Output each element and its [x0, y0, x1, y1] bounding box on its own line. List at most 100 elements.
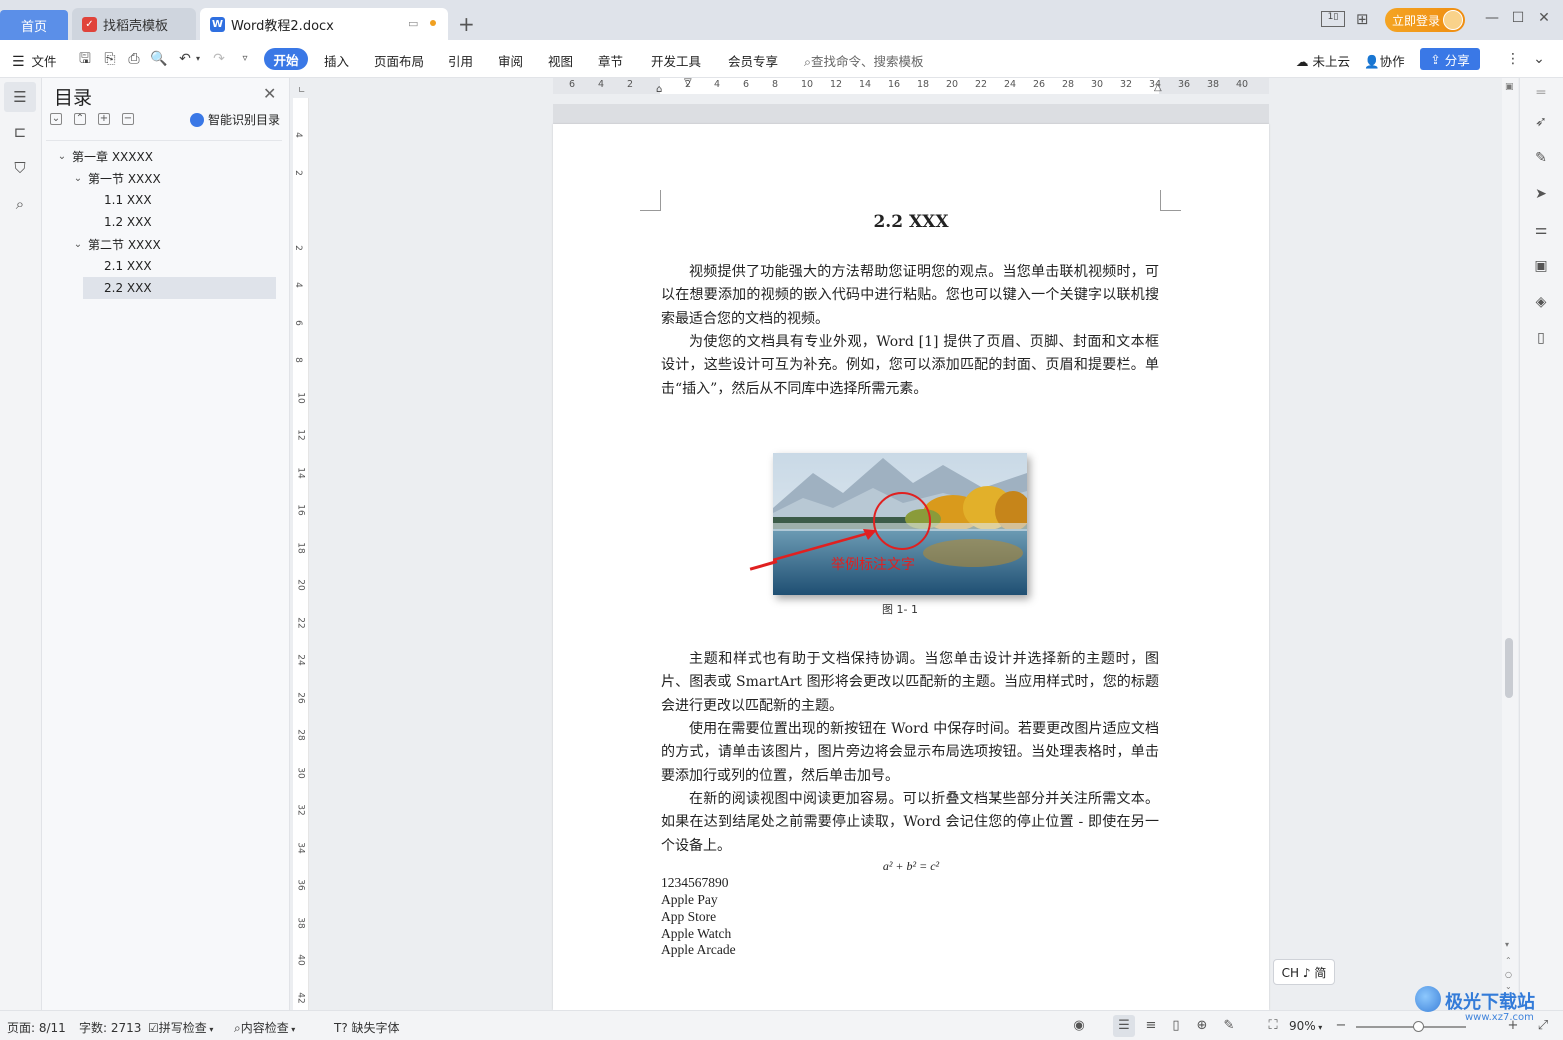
- toc-item-selected[interactable]: 2.2 XXX: [83, 277, 276, 299]
- paragraph[interactable]: 视频提供了功能强大的方法帮助您证明您的观点。当您单击联机视频时，可以在想要添加的…: [661, 261, 1159, 331]
- chevron-down-icon[interactable]: ⌄: [56, 151, 68, 162]
- list-item[interactable]: 1234567890: [661, 875, 729, 892]
- list-item[interactable]: App Store: [661, 909, 716, 926]
- undo-dropdown-icon[interactable]: ▾: [193, 50, 203, 68]
- tab-page-layout[interactable]: 页面布局: [374, 51, 424, 70]
- apps-grid-icon[interactable]: ⊞: [1356, 10, 1369, 28]
- print-icon[interactable]: ⎙: [125, 50, 143, 68]
- zoom-level[interactable]: 90% ▾: [1289, 1019, 1322, 1033]
- reading-icon[interactable]: ▯: [1532, 329, 1550, 347]
- tab-member[interactable]: 会员专享: [728, 51, 778, 70]
- zoom-out-icon[interactable]: −: [1333, 1018, 1349, 1034]
- tab-home[interactable]: 首页: [0, 10, 68, 40]
- figure-caption[interactable]: 图 1- 1: [773, 601, 1027, 617]
- tab-start[interactable]: 开始: [264, 48, 308, 70]
- chevron-down-icon[interactable]: ⌄: [72, 239, 84, 250]
- missing-fonts-button[interactable]: T? 缺失字体: [334, 1019, 400, 1036]
- web-view-icon[interactable]: ⊕: [1194, 1018, 1210, 1034]
- cloud-status-button[interactable]: ☁ 未上云: [1296, 51, 1350, 70]
- page-up-icon[interactable]: ⌃: [1505, 956, 1512, 965]
- quick-access-dropdown-icon[interactable]: ▿: [236, 50, 254, 68]
- list-item[interactable]: Apple Pay: [661, 892, 718, 909]
- toc-item[interactable]: ⌄ 第一节 XXXX: [46, 167, 282, 189]
- maximize-icon[interactable]: ☐: [1508, 10, 1528, 26]
- toc-item[interactable]: 1.2 XXX: [46, 211, 282, 233]
- sliders-icon[interactable]: ⚌: [1532, 221, 1550, 239]
- smart-toc-button[interactable]: 智能识别目录: [190, 111, 280, 128]
- export-pdf-icon[interactable]: ⎘: [101, 50, 119, 68]
- login-button[interactable]: 立即登录: [1385, 8, 1465, 32]
- redo-icon[interactable]: ↷: [210, 50, 228, 68]
- content-check-button[interactable]: ⌕内容检查 ▾: [234, 1019, 295, 1036]
- monitor-icon[interactable]: ▭: [408, 17, 418, 30]
- share-button[interactable]: ⇪ 分享: [1420, 48, 1480, 70]
- collapse-all-icon[interactable]: ⌃: [74, 113, 86, 125]
- page-counter[interactable]: 页面: 8/11: [7, 1019, 66, 1036]
- toc-item[interactable]: ⌄ 第一章 XXXXX: [46, 145, 282, 167]
- toc-panel-icon[interactable]: ☰: [10, 87, 30, 107]
- rocket-icon[interactable]: ➶: [1532, 113, 1550, 131]
- fit-page-icon[interactable]: ⛶: [1265, 1018, 1281, 1034]
- collapse-ribbon-icon[interactable]: ⌄: [1530, 50, 1548, 68]
- document-page[interactable]: 2.2 XXX 视频提供了功能强大的方法帮助您证明您的观点。当您单击联机视频时，…: [553, 124, 1269, 1010]
- close-window-icon[interactable]: ✕: [1534, 10, 1554, 26]
- paragraph[interactable]: 使用在需要位置出现的新按钮在 Word 中保存时间。若要更改图片适应文档的方式，…: [661, 718, 1159, 788]
- vertical-ruler[interactable]: 4 2 2 4 6 8 10 12 14 16 18 20 22 24 26 28 30 32 34 36 38 40 42: [293, 98, 309, 1010]
- tab-view[interactable]: 视图: [548, 51, 573, 70]
- tab-review[interactable]: 审阅: [498, 51, 523, 70]
- scroll-top-icon[interactable]: ▣: [1505, 82, 1514, 92]
- close-icon[interactable]: ✕: [263, 84, 276, 103]
- eye-protection-icon[interactable]: ◉: [1071, 1018, 1087, 1034]
- toc-item[interactable]: ⌄ 第二节 XXXX: [46, 233, 282, 255]
- first-line-indent-marker-icon[interactable]: ▽: [684, 77, 692, 88]
- minimize-icon[interactable]: —: [1482, 10, 1502, 26]
- horizontal-ruler[interactable]: 6 4 2 2 4 6 8 10 12 14 16 18 20 22 24 26 28 30 32 34 36 38 40 …: [553, 77, 1269, 95]
- paragraph[interactable]: 主题和样式也有助于文档保持协调。当您单击设计并选择新的主题时，图片、图表或 Sm…: [661, 648, 1159, 718]
- print-preview-icon[interactable]: 🔍: [150, 50, 168, 68]
- tab-insert[interactable]: 插入: [324, 51, 349, 70]
- command-search[interactable]: ⌕查找命令、搜索模板: [804, 51, 924, 70]
- math-formula[interactable]: a² + b² = c²: [553, 859, 1269, 874]
- scroll-down-icon[interactable]: ▾: [1505, 940, 1509, 949]
- collaborate-button[interactable]: 👤协作: [1364, 51, 1405, 70]
- cursor-select-icon[interactable]: ➤: [1532, 185, 1550, 203]
- list-item[interactable]: Apple Arcade: [661, 942, 736, 959]
- left-indent-marker-icon[interactable]: ⌂: [656, 84, 662, 95]
- page-view-icon[interactable]: ☰: [1116, 1018, 1132, 1034]
- page-select-icon[interactable]: ○: [1505, 970, 1512, 979]
- tab-dev-tools[interactable]: 开发工具: [651, 51, 701, 70]
- outline-view-icon[interactable]: ≡: [1143, 1018, 1159, 1034]
- zoom-slider[interactable]: [1356, 1026, 1466, 1028]
- write-view-icon[interactable]: ✎: [1221, 1018, 1237, 1034]
- find-icon[interactable]: ⌕: [10, 194, 30, 214]
- new-tab-plus-icon[interactable]: +: [458, 12, 475, 36]
- more-options-icon[interactable]: ⋮: [1504, 50, 1522, 68]
- ruler-corner-icon[interactable]: ∟: [298, 86, 306, 96]
- document-heading[interactable]: 2.2 XXX: [553, 212, 1269, 232]
- figure-image[interactable]: 举例标注文字: [773, 453, 1027, 595]
- toc-item[interactable]: 1.1 XXX: [46, 189, 282, 211]
- paragraph[interactable]: 为使您的文档具有专业外观，Word [1] 提供了页眉、页脚、封面和文本框设计，…: [661, 331, 1159, 401]
- remove-heading-icon[interactable]: −: [122, 113, 134, 125]
- pen-icon[interactable]: ✎: [1532, 149, 1550, 167]
- tab-daoke-templates[interactable]: ✓ 找稻壳模板: [72, 8, 196, 40]
- right-indent-marker-icon[interactable]: △: [1154, 82, 1162, 93]
- reading-view-icon[interactable]: ▯: [1168, 1018, 1184, 1034]
- tab-references[interactable]: 引用: [448, 51, 473, 70]
- undo-icon[interactable]: ↶: [176, 50, 194, 68]
- ime-indicator[interactable]: CH ♪ 简: [1273, 959, 1335, 985]
- paragraph[interactable]: 在新的阅读视图中阅读更加容易。可以折叠文档某些部分并关注所需文本。如果在达到结尾…: [661, 788, 1159, 858]
- tab-chapter[interactable]: 章节: [598, 51, 623, 70]
- compass-icon[interactable]: ◈: [1532, 293, 1550, 311]
- word-count[interactable]: 字数: 2713: [79, 1019, 141, 1036]
- expand-all-icon[interactable]: ⌄: [50, 113, 62, 125]
- scroll-thumb[interactable]: [1505, 638, 1513, 698]
- bookmark-icon[interactable]: ⛉: [10, 158, 30, 178]
- add-heading-icon[interactable]: +: [98, 113, 110, 125]
- list-item[interactable]: Apple Watch: [661, 926, 731, 943]
- tab-document[interactable]: W Word教程2.docx ▭: [200, 8, 448, 40]
- save-icon[interactable]: 🖫: [76, 50, 94, 68]
- layout-mode-icon[interactable]: 1▯: [1321, 11, 1345, 27]
- chevron-down-icon[interactable]: ⌄: [72, 173, 84, 184]
- vertical-scrollbar[interactable]: ▣ ▾ ⌃ ○ ⌄: [1502, 78, 1518, 1010]
